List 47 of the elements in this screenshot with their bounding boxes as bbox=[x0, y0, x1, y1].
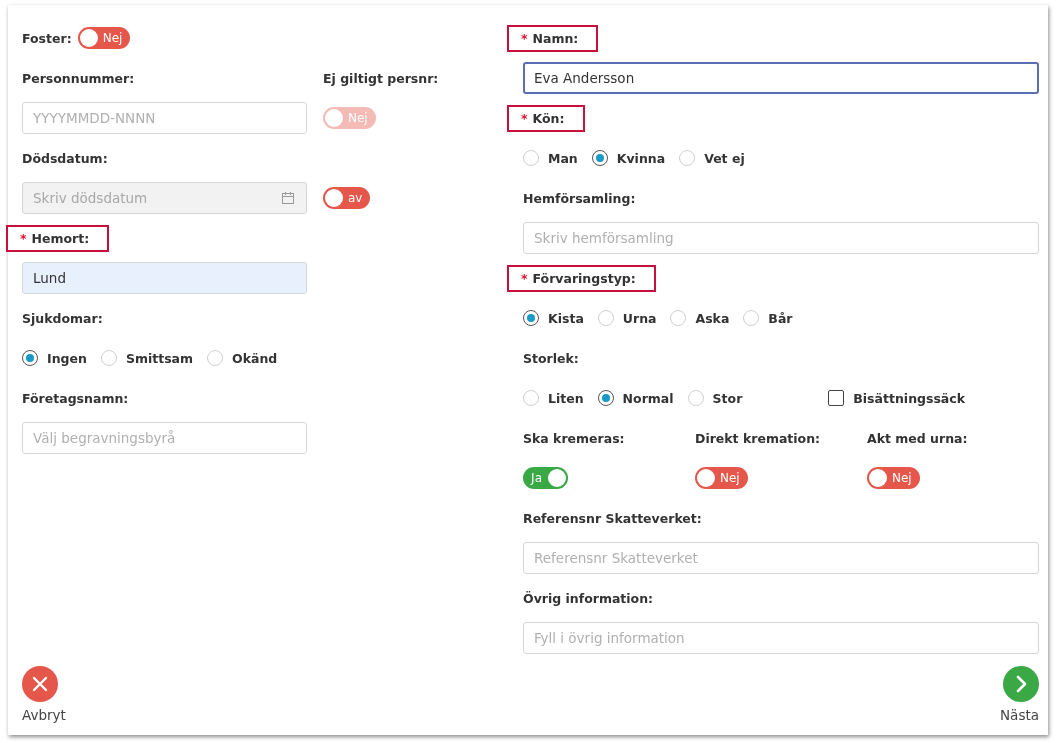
field-label: Ej giltigt persnr: bbox=[323, 70, 439, 86]
radio-option[interactable]: Okänd bbox=[207, 350, 278, 366]
chevron-right-icon bbox=[1003, 666, 1039, 702]
field-label: * Hemort: bbox=[6, 224, 110, 252]
text-field[interactable]: Skriv hemförsamling bbox=[523, 222, 1039, 254]
field-label: Storlek: bbox=[523, 350, 579, 366]
checkbox-option[interactable]: Bisättningssäck bbox=[828, 390, 966, 406]
text-field[interactable]: YYYYMMDD-NNNN bbox=[22, 102, 307, 134]
text-field[interactable]: Välj begravningsbyrå bbox=[22, 422, 307, 454]
field-label: Företagsnamn: bbox=[22, 390, 129, 406]
radio-option[interactable]: Smittsam bbox=[100, 350, 194, 366]
toggle-switch[interactable]: av bbox=[323, 187, 371, 209]
field-label: Akt med urna: bbox=[867, 430, 968, 446]
toggle-switch[interactable]: Nej bbox=[867, 467, 920, 489]
calendar-icon[interactable] bbox=[281, 191, 295, 205]
radio-option[interactable]: Stor bbox=[687, 390, 743, 406]
text-field[interactable]: Referensnr Skatteverket bbox=[523, 542, 1039, 574]
radio-option[interactable]: Kvinna bbox=[591, 150, 666, 166]
field-label: Personnummer: bbox=[22, 70, 135, 86]
radio-option[interactable]: Liten bbox=[523, 390, 584, 406]
cancel-button[interactable]: Avbryt bbox=[22, 666, 66, 723]
next-button[interactable]: Nästa bbox=[1000, 666, 1039, 723]
field-label: * Kön: bbox=[507, 104, 585, 132]
field-label: Ska kremeras: bbox=[523, 430, 625, 446]
field-label: Direkt kremation: bbox=[695, 430, 821, 446]
radio-option[interactable]: Normal bbox=[597, 390, 674, 406]
text-field[interactable]: Eva Andersson bbox=[523, 62, 1039, 94]
field-label: Foster: bbox=[22, 30, 72, 46]
field-label: Referensnr Skatteverket: bbox=[523, 510, 702, 526]
field-label: Sjukdomar: bbox=[22, 310, 103, 326]
radio-option[interactable]: Ingen bbox=[22, 350, 87, 366]
radio-option[interactable]: Aska bbox=[670, 310, 730, 326]
toggle-switch[interactable]: Nej bbox=[77, 27, 131, 49]
field-label: * Namn: bbox=[507, 24, 599, 52]
text-field[interactable]: Fyll i övrig information bbox=[523, 622, 1039, 654]
field-label: Övrig information: bbox=[523, 590, 654, 606]
field-label: Hemförsamling: bbox=[523, 190, 636, 206]
toggle-switch[interactable]: Nej bbox=[695, 467, 748, 489]
text-field[interactable]: Lund bbox=[22, 262, 307, 294]
radio-option[interactable]: Vet ej bbox=[679, 150, 745, 166]
close-icon bbox=[22, 666, 58, 702]
radio-option[interactable]: Man bbox=[523, 150, 578, 166]
radio-option[interactable]: Urna bbox=[597, 310, 657, 326]
field-label: * Förvaringstyp: bbox=[507, 264, 656, 292]
radio-option[interactable]: Bår bbox=[743, 310, 793, 326]
radio-option[interactable]: Kista bbox=[523, 310, 584, 326]
field-label: Dödsdatum: bbox=[22, 150, 108, 166]
